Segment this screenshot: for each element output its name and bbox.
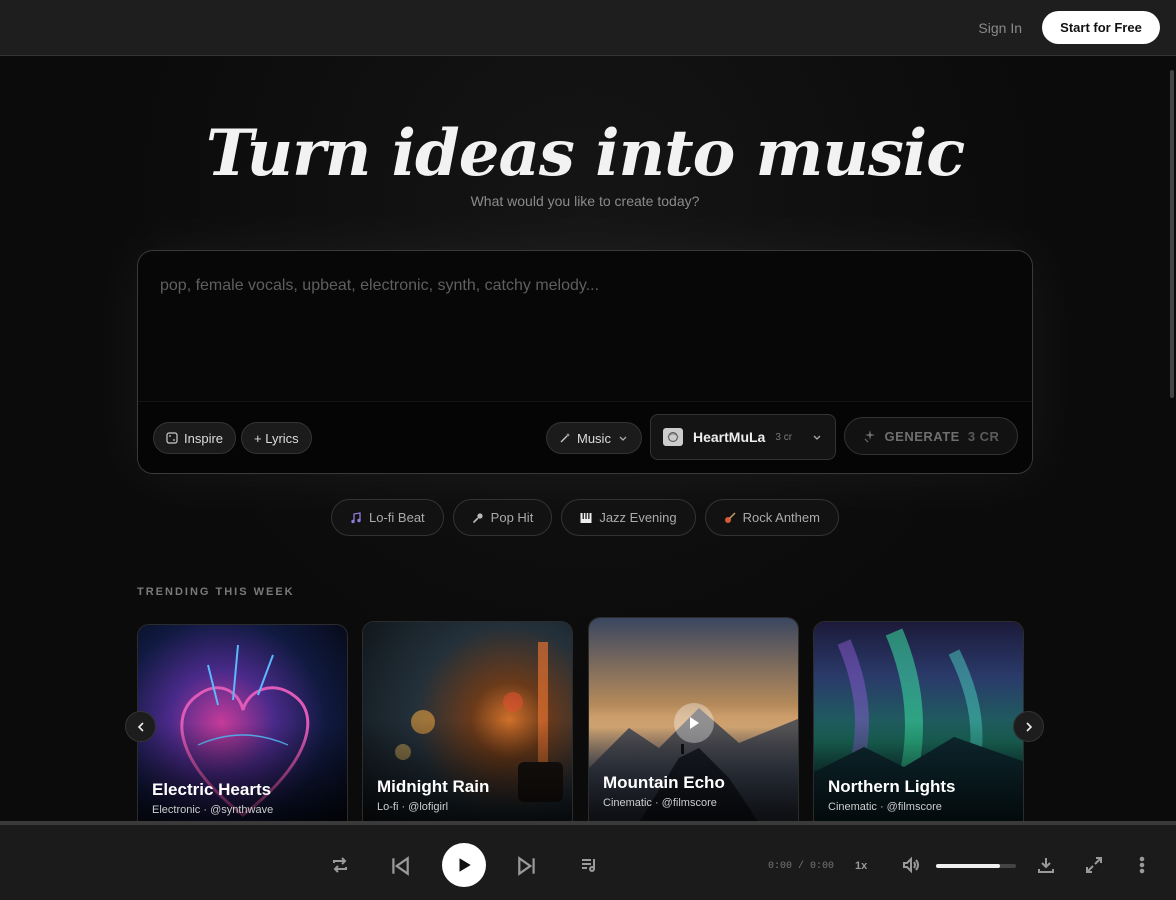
chip-label: Jazz Evening — [599, 510, 677, 525]
chip-label: Rock Anthem — [742, 510, 820, 525]
queue-button[interactable] — [579, 855, 599, 875]
volume-button[interactable] — [901, 855, 921, 875]
carousel-prev-button[interactable] — [125, 711, 156, 742]
track-card-northern-lights[interactable]: Northern Lights Cinematic · @filmscore — [813, 621, 1024, 821]
guitar-icon — [724, 512, 736, 523]
expand-icon — [1086, 857, 1102, 873]
page-scrollbar[interactable] — [1170, 70, 1174, 398]
more-vertical-icon — [1139, 856, 1145, 874]
expand-button[interactable] — [1084, 855, 1104, 875]
model-name: HeartMuLa — [693, 429, 766, 445]
main-content: Turn ideas into music What would you lik… — [0, 56, 1170, 821]
microphone-icon — [472, 512, 483, 523]
chip-pop-hit[interactable]: Pop Hit — [452, 499, 553, 536]
previous-track-button[interactable] — [389, 855, 411, 877]
download-button[interactable] — [1036, 855, 1056, 875]
volume-icon — [903, 856, 919, 874]
hero-title: Turn ideas into music — [205, 116, 965, 191]
skip-forward-icon — [518, 856, 535, 876]
lyrics-button[interactable]: + Lyrics — [241, 422, 312, 454]
play-icon — [459, 858, 471, 872]
track-meta: Lo-fi · @lofigirl — [377, 801, 449, 813]
top-bar: Sign In Start for Free — [0, 0, 1176, 56]
mode-select[interactable]: Music — [546, 422, 642, 454]
inspire-button[interactable]: Inspire — [153, 422, 237, 454]
play-track-button[interactable] — [674, 703, 714, 743]
chip-rock-anthem[interactable]: Rock Anthem — [704, 499, 839, 536]
generate-button[interactable]: GENERATE 3 CR — [844, 417, 1018, 455]
trending-heading: TRENDING THIS WEEK — [137, 586, 295, 598]
lyrics-label: + Lyrics — [254, 430, 299, 446]
track-meta: Electronic · @synthwave — [152, 804, 274, 816]
track-title: Northern Lights — [828, 777, 956, 796]
start-for-free-button[interactable]: Start for Free — [1042, 11, 1160, 44]
track-card-mountain-echo[interactable]: Mountain Echo Cinematic · @filmscore — [588, 617, 799, 821]
download-icon — [1038, 858, 1054, 873]
playback-speed-button[interactable]: 1x — [855, 860, 867, 872]
generate-cost: 3 CR — [967, 428, 1000, 444]
queue-icon — [582, 859, 595, 872]
prompt-toolbar: Inspire + Lyrics Music HeartMuLa 3 cr GE… — [138, 401, 1032, 473]
hero-subtitle: What would you like to create today? — [470, 193, 700, 209]
track-title: Midnight Rain — [377, 777, 490, 796]
play-icon — [690, 717, 699, 729]
prompt-input[interactable] — [138, 251, 1032, 403]
more-options-button[interactable] — [1132, 855, 1152, 875]
chip-jazz-evening[interactable]: Jazz Evening — [561, 499, 696, 536]
playback-time: 0:00 / 0:00 — [768, 861, 835, 872]
chip-lofi-beat[interactable]: Lo-fi Beat — [331, 499, 444, 536]
track-title: Mountain Echo — [603, 773, 725, 792]
chevron-left-icon — [137, 721, 144, 732]
dice-icon — [166, 432, 178, 444]
next-track-button[interactable] — [516, 855, 538, 877]
model-select[interactable]: HeartMuLa 3 cr — [650, 414, 836, 460]
sign-in-link[interactable]: Sign In — [978, 20, 1022, 36]
inspire-label: Inspire — [184, 430, 224, 446]
chip-label: Pop Hit — [490, 510, 534, 525]
preset-chips: Lo-fi Beat Pop Hit Jazz Evening Rock Ant… — [0, 499, 1170, 536]
volume-slider[interactable] — [936, 864, 1016, 868]
generate-label: GENERATE — [884, 428, 960, 444]
repeat-icon — [333, 857, 347, 873]
mode-label: Music — [577, 430, 611, 446]
play-pause-button[interactable] — [442, 843, 486, 887]
piano-icon — [580, 512, 592, 523]
music-note-icon — [351, 511, 361, 523]
carousel-next-button[interactable] — [1013, 711, 1044, 742]
skip-back-icon — [392, 856, 409, 876]
sparkle-icon — [864, 430, 875, 443]
magic-wand-icon — [560, 433, 570, 443]
track-card-electric-hearts[interactable]: Electric Hearts Electronic · @synthwave — [137, 624, 348, 821]
volume-level — [936, 864, 1000, 868]
model-logo-icon — [663, 428, 683, 446]
track-meta: Cinematic · @filmscore — [603, 797, 717, 809]
track-title: Electric Hearts — [152, 780, 272, 799]
chevron-right-icon — [1025, 721, 1032, 732]
track-meta: Cinematic · @filmscore — [828, 801, 942, 813]
repeat-button[interactable] — [330, 855, 350, 875]
chevron-down-icon — [813, 435, 821, 440]
track-card-midnight-rain[interactable]: Midnight Rain Lo-fi · @lofigirl — [362, 621, 573, 821]
model-cost: 3 cr — [775, 431, 793, 443]
audio-player: 0:00 / 0:00 1x — [0, 821, 1176, 900]
prompt-box: Inspire + Lyrics Music HeartMuLa 3 cr G — [137, 250, 1033, 474]
chip-label: Lo-fi Beat — [369, 510, 425, 525]
chevron-down-icon — [619, 436, 627, 441]
